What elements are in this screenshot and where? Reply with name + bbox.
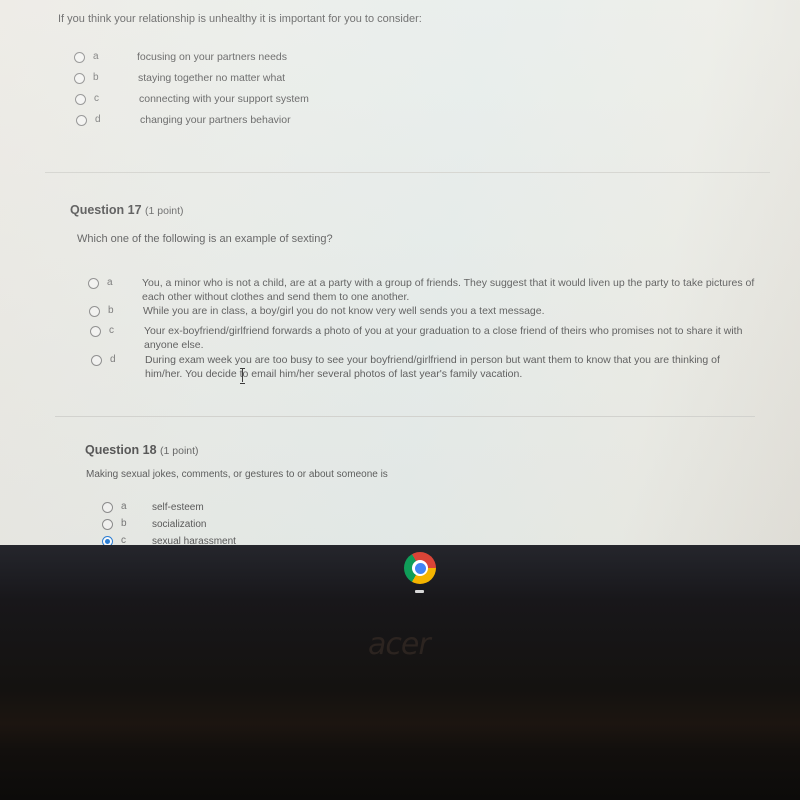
option-letter: a: [93, 51, 99, 62]
question-points: (1 point): [160, 445, 199, 457]
option-letter: c: [121, 535, 126, 545]
question-points: (1 point): [145, 205, 184, 217]
option-text: Your ex-boyfriend/girlfriend forwards a …: [144, 325, 743, 351]
option-letter: a: [121, 501, 127, 512]
option-letter: c: [94, 93, 99, 104]
option-text: You, a minor who is not a child, are at …: [142, 277, 755, 303]
brand-logo: acer: [368, 627, 431, 662]
question-divider: [55, 416, 755, 417]
option-letter: b: [108, 305, 114, 316]
question-18-title: Question 18 (1 point): [85, 443, 199, 457]
question-number: Question 18: [85, 443, 157, 457]
q17-option-c[interactable]: c Your ex-boyfriend/girlfriend forwards …: [90, 325, 755, 352]
radio-button[interactable]: [76, 115, 87, 126]
option-letter: c: [109, 325, 114, 336]
option-text: connecting with your support system: [139, 93, 309, 105]
radio-button[interactable]: [74, 52, 85, 63]
radio-button[interactable]: [102, 502, 113, 513]
question-17-prompt: Which one of the following is an example…: [77, 233, 333, 245]
question-divider: [45, 172, 770, 173]
radio-button[interactable]: [91, 355, 102, 366]
chrome-icon[interactable]: [404, 552, 436, 584]
radio-button[interactable]: [74, 73, 85, 84]
question-18-prompt: Making sexual jokes, comments, or gestur…: [86, 469, 388, 480]
q18-option-c[interactable]: c sexual harassment: [102, 535, 236, 545]
option-text: During exam week you are too busy to see…: [145, 354, 720, 380]
option-text: changing your partners behavior: [140, 114, 291, 126]
q17-option-d[interactable]: d During exam week you are too busy to s…: [91, 354, 751, 381]
option-letter: a: [107, 277, 113, 288]
option-letter: b: [121, 518, 127, 529]
option-letter: d: [95, 114, 101, 125]
q18-option-a[interactable]: a self-esteem: [102, 501, 204, 515]
radio-button[interactable]: [89, 306, 100, 317]
radio-button[interactable]: [102, 519, 113, 530]
option-text: focusing on your partners needs: [137, 51, 288, 63]
option-letter: d: [110, 354, 116, 365]
radio-button-selected[interactable]: [102, 536, 113, 545]
q17-option-b[interactable]: b While you are in class, a boy/girl you…: [89, 305, 769, 319]
option-text: sexual harassment: [152, 536, 236, 545]
option-text: socialization: [152, 519, 207, 530]
q16-option-d[interactable]: d changing your partners behavior: [76, 114, 291, 128]
option-letter: b: [93, 72, 99, 83]
os-shelf: [0, 545, 800, 600]
radio-button[interactable]: [75, 94, 86, 105]
q16-option-b[interactable]: b staying together no matter what: [74, 72, 285, 86]
q16-option-c[interactable]: c connecting with your support system: [75, 93, 309, 107]
active-app-indicator: [415, 590, 424, 593]
q17-option-a[interactable]: a You, a minor who is not a child, are a…: [88, 277, 768, 304]
radio-button[interactable]: [88, 278, 99, 289]
question-16-prompt: If you think your relationship is unheal…: [58, 13, 422, 25]
question-number: Question 17: [70, 203, 142, 217]
text-cursor-icon: [240, 368, 245, 384]
q18-option-b[interactable]: b socialization: [102, 518, 206, 532]
question-17-title: Question 17 (1 point): [70, 203, 184, 217]
option-text: While you are in class, a boy/girl you d…: [143, 305, 545, 317]
browser-page: If you think your relationship is unheal…: [0, 0, 800, 545]
radio-button[interactable]: [90, 326, 101, 337]
q16-option-a[interactable]: a focusing on your partners needs: [74, 51, 287, 65]
option-text: staying together no matter what: [138, 72, 286, 84]
option-text: self-esteem: [152, 502, 204, 513]
